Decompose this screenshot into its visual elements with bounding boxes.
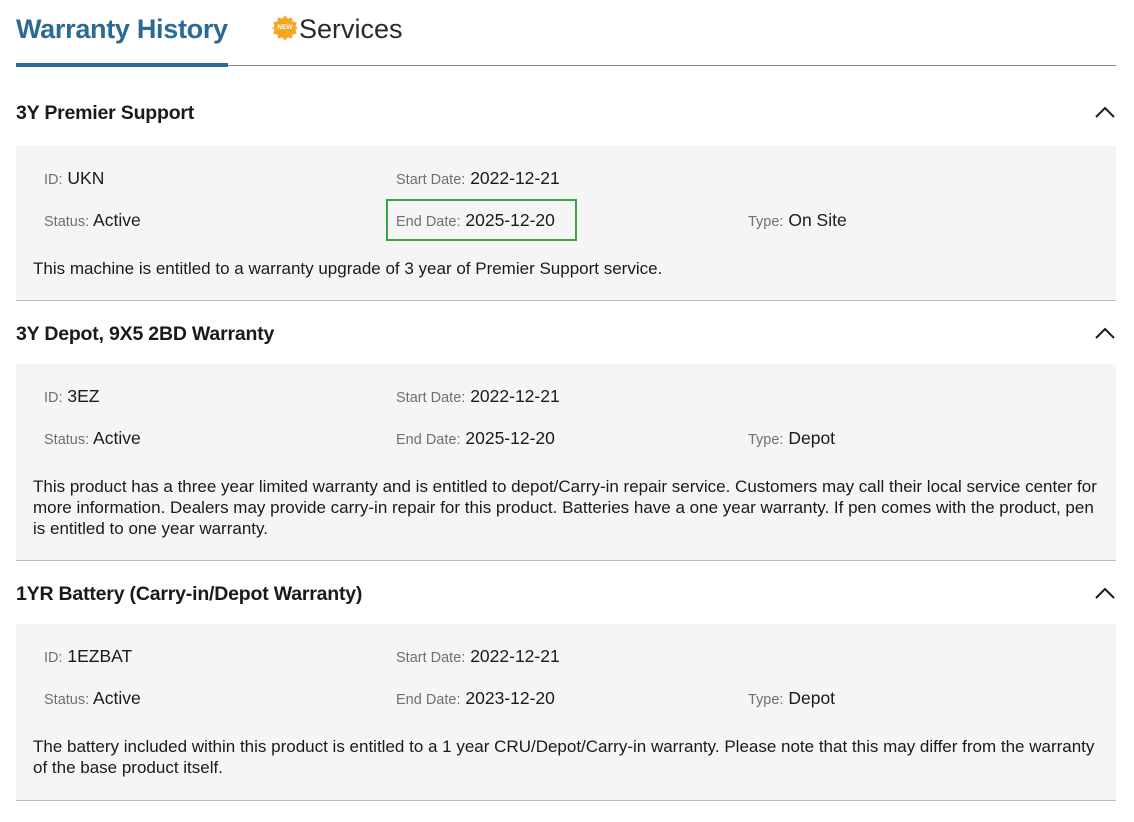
section-title: 1YR Battery (Carry-in/Depot Warranty) xyxy=(16,583,363,605)
status-value: Active xyxy=(93,688,141,708)
type-label: Type: xyxy=(748,214,784,230)
section-details: ID: UKN Start Date: 2022-12-21 Status: A… xyxy=(16,146,1116,300)
warranty-section-battery: 1YR Battery (Carry-in/Depot Warranty) ID… xyxy=(16,561,1116,801)
new-badge-label: NEW xyxy=(277,24,293,31)
start-date-value: 2022-12-21 xyxy=(470,386,560,406)
start-date-label: Start Date: xyxy=(396,390,466,406)
end-date-label: End Date: xyxy=(396,214,461,230)
status-label: Status: xyxy=(44,214,90,230)
section-title: 3Y Depot, 9X5 2BD Warranty xyxy=(16,323,275,345)
tab-services-label: Services xyxy=(299,14,403,44)
section-title: 3Y Premier Support xyxy=(16,102,195,124)
end-date-value: 2023-12-20 xyxy=(465,688,555,708)
status: Status: Active xyxy=(44,428,141,449)
end-date: End Date: 2025-12-20 xyxy=(396,428,555,449)
tab-warranty-history[interactable]: Warranty History xyxy=(16,14,228,67)
start-date-label: Start Date: xyxy=(396,172,466,188)
section-header[interactable]: 3Y Depot, 9X5 2BD Warranty xyxy=(16,301,1116,364)
tab-services[interactable]: NEW Services xyxy=(272,14,403,66)
status-value: Active xyxy=(93,428,141,448)
status-label: Status: xyxy=(44,692,90,708)
section-details: ID: 1EZBAT Start Date: 2022-12-21 Status… xyxy=(16,624,1116,800)
id-value: 1EZBAT xyxy=(67,646,133,666)
warranty-tabs: Warranty History NEW Services xyxy=(16,0,1116,67)
warranty-type: Type: Depot xyxy=(748,428,835,449)
id-label: ID: xyxy=(44,172,63,188)
start-date-value: 2022-12-21 xyxy=(470,168,560,188)
start-date-label: Start Date: xyxy=(396,650,466,666)
warranty-id: ID: 1EZBAT xyxy=(44,646,132,667)
chevron-up-icon[interactable] xyxy=(1094,104,1116,120)
type-label: Type: xyxy=(748,692,784,708)
end-date-label: End Date: xyxy=(396,692,461,708)
id-label: ID: xyxy=(44,650,63,666)
chevron-up-icon[interactable] xyxy=(1094,585,1116,601)
start-date: Start Date: 2022-12-21 xyxy=(396,646,560,667)
start-date: Start Date: 2022-12-21 xyxy=(396,386,560,407)
section-header[interactable]: 1YR Battery (Carry-in/Depot Warranty) xyxy=(16,561,1116,624)
section-description: This machine is entitled to a warranty u… xyxy=(33,259,663,278)
end-date: End Date: 2023-12-20 xyxy=(396,688,555,709)
section-details: ID: 3EZ Start Date: 2022-12-21 Status: A… xyxy=(16,364,1116,560)
end-date-label: End Date: xyxy=(396,432,461,448)
type-label: Type: xyxy=(748,432,784,448)
section-description: This product has a three year limited wa… xyxy=(33,477,1097,538)
warranty-type: Type: On Site xyxy=(748,210,847,231)
warranty-id: ID: 3EZ xyxy=(44,386,100,407)
warranty-section-premier-support: 3Y Premier Support ID: UKN Start Date: 2… xyxy=(16,66,1116,301)
id-value: UKN xyxy=(67,168,105,188)
section-header[interactable]: 3Y Premier Support xyxy=(16,66,1116,146)
id-label: ID: xyxy=(44,390,63,406)
start-date: Start Date: 2022-12-21 xyxy=(396,168,560,189)
type-value: Depot xyxy=(788,428,836,448)
status: Status: Active xyxy=(44,210,141,231)
end-date: End Date: 2025-12-20 xyxy=(396,210,555,231)
type-value: On Site xyxy=(788,210,847,230)
warranty-section-depot: 3Y Depot, 9X5 2BD Warranty ID: 3EZ Start… xyxy=(16,301,1116,561)
status: Status: Active xyxy=(44,688,141,709)
type-value: Depot xyxy=(788,688,836,708)
status-value: Active xyxy=(93,210,141,230)
id-value: 3EZ xyxy=(67,386,100,406)
warranty-type: Type: Depot xyxy=(748,688,835,709)
new-badge-icon: NEW xyxy=(272,15,298,41)
end-date-value: 2025-12-20 xyxy=(465,210,555,230)
chevron-up-icon[interactable] xyxy=(1094,325,1116,341)
warranty-id: ID: UKN xyxy=(44,168,104,189)
end-date-value: 2025-12-20 xyxy=(465,428,555,448)
start-date-value: 2022-12-21 xyxy=(470,646,560,666)
status-label: Status: xyxy=(44,432,90,448)
section-description: The battery included within this product… xyxy=(33,737,1095,777)
